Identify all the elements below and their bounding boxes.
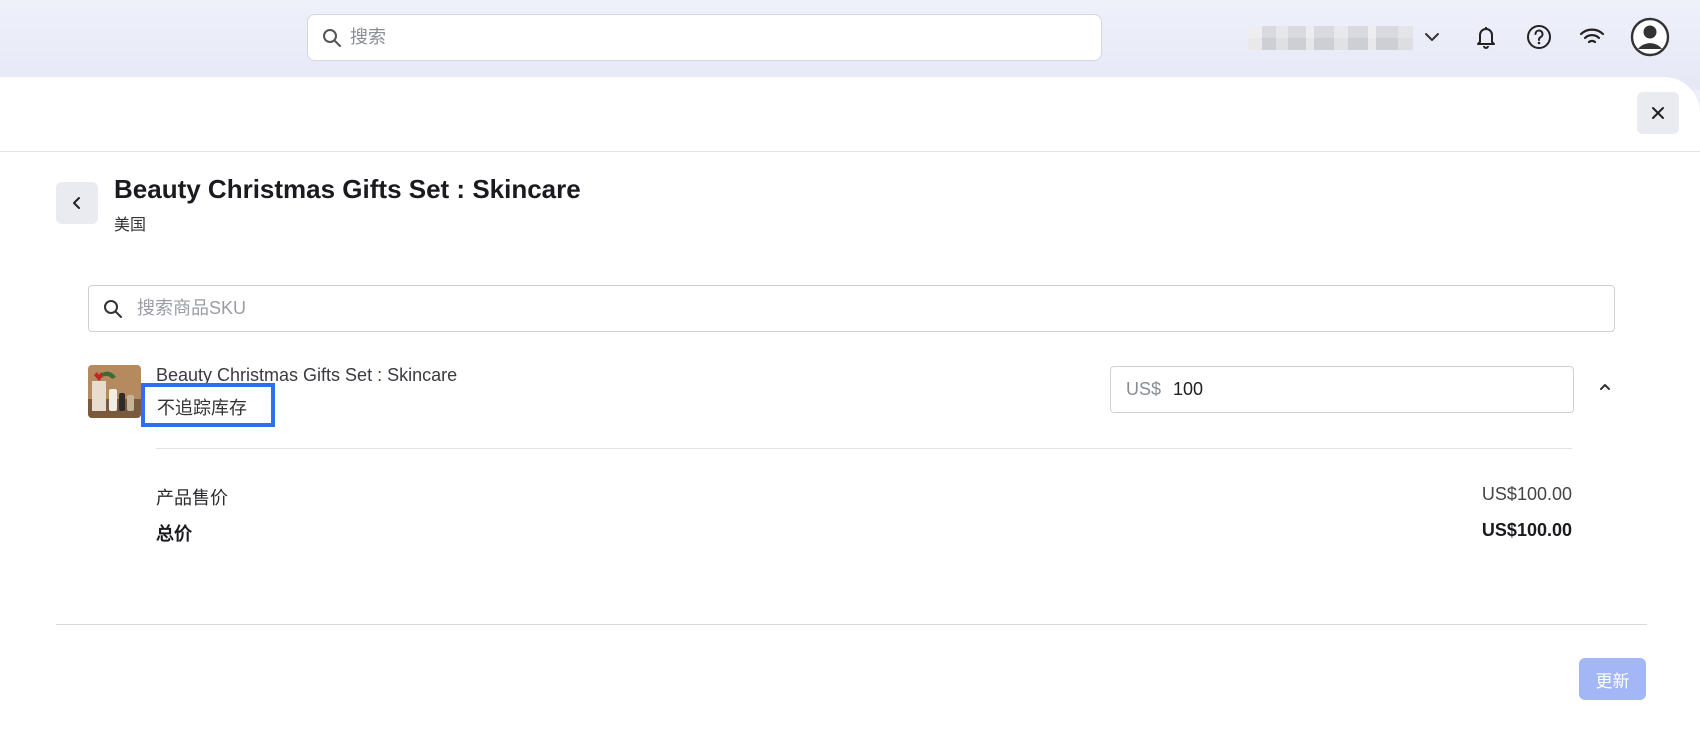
update-button[interactable]: 更新	[1579, 658, 1646, 700]
sale-price-value: US$100.00	[1481, 484, 1572, 504]
wifi-icon[interactable]	[1577, 22, 1607, 52]
chevron-down-icon[interactable]	[1421, 26, 1443, 48]
close-button[interactable]	[1637, 92, 1679, 134]
item-divider	[156, 448, 1572, 449]
global-search-input[interactable]	[350, 27, 1090, 48]
back-button[interactable]	[56, 182, 98, 224]
price-field[interactable]: US$	[1110, 366, 1574, 413]
help-icon[interactable]	[1524, 22, 1554, 52]
chevron-up-icon	[1600, 384, 1610, 390]
bell-icon[interactable]	[1471, 22, 1501, 52]
total-label: 总价	[156, 524, 192, 544]
chevron-left-icon	[73, 197, 80, 209]
account-name-blurred[interactable]	[1248, 26, 1413, 50]
global-search[interactable]	[307, 14, 1102, 61]
avatar-icon[interactable]	[1630, 17, 1670, 57]
footer-divider	[56, 624, 1647, 625]
edit-price-panel: Beauty Christmas Gifts Set : Skincare 美国…	[0, 77, 1700, 742]
collapse-button[interactable]	[1594, 376, 1616, 398]
search-icon	[104, 299, 122, 318]
header-divider	[0, 151, 1700, 152]
page-title: Beauty Christmas Gifts Set : Skincare	[114, 174, 581, 204]
sku-search-input[interactable]	[137, 298, 1587, 319]
product-thumbnail	[88, 365, 141, 418]
sale-price-label: 产品售价	[156, 488, 228, 508]
inventory-status: 不追踪库存	[141, 383, 275, 427]
market-label: 美国	[114, 217, 147, 234]
close-icon	[1652, 107, 1664, 119]
search-icon	[323, 28, 341, 47]
price-input[interactable]	[1173, 379, 1534, 400]
sku-search[interactable]	[88, 285, 1615, 332]
total-value: US$100.00	[1481, 520, 1572, 540]
currency-prefix: US$	[1126, 379, 1162, 399]
